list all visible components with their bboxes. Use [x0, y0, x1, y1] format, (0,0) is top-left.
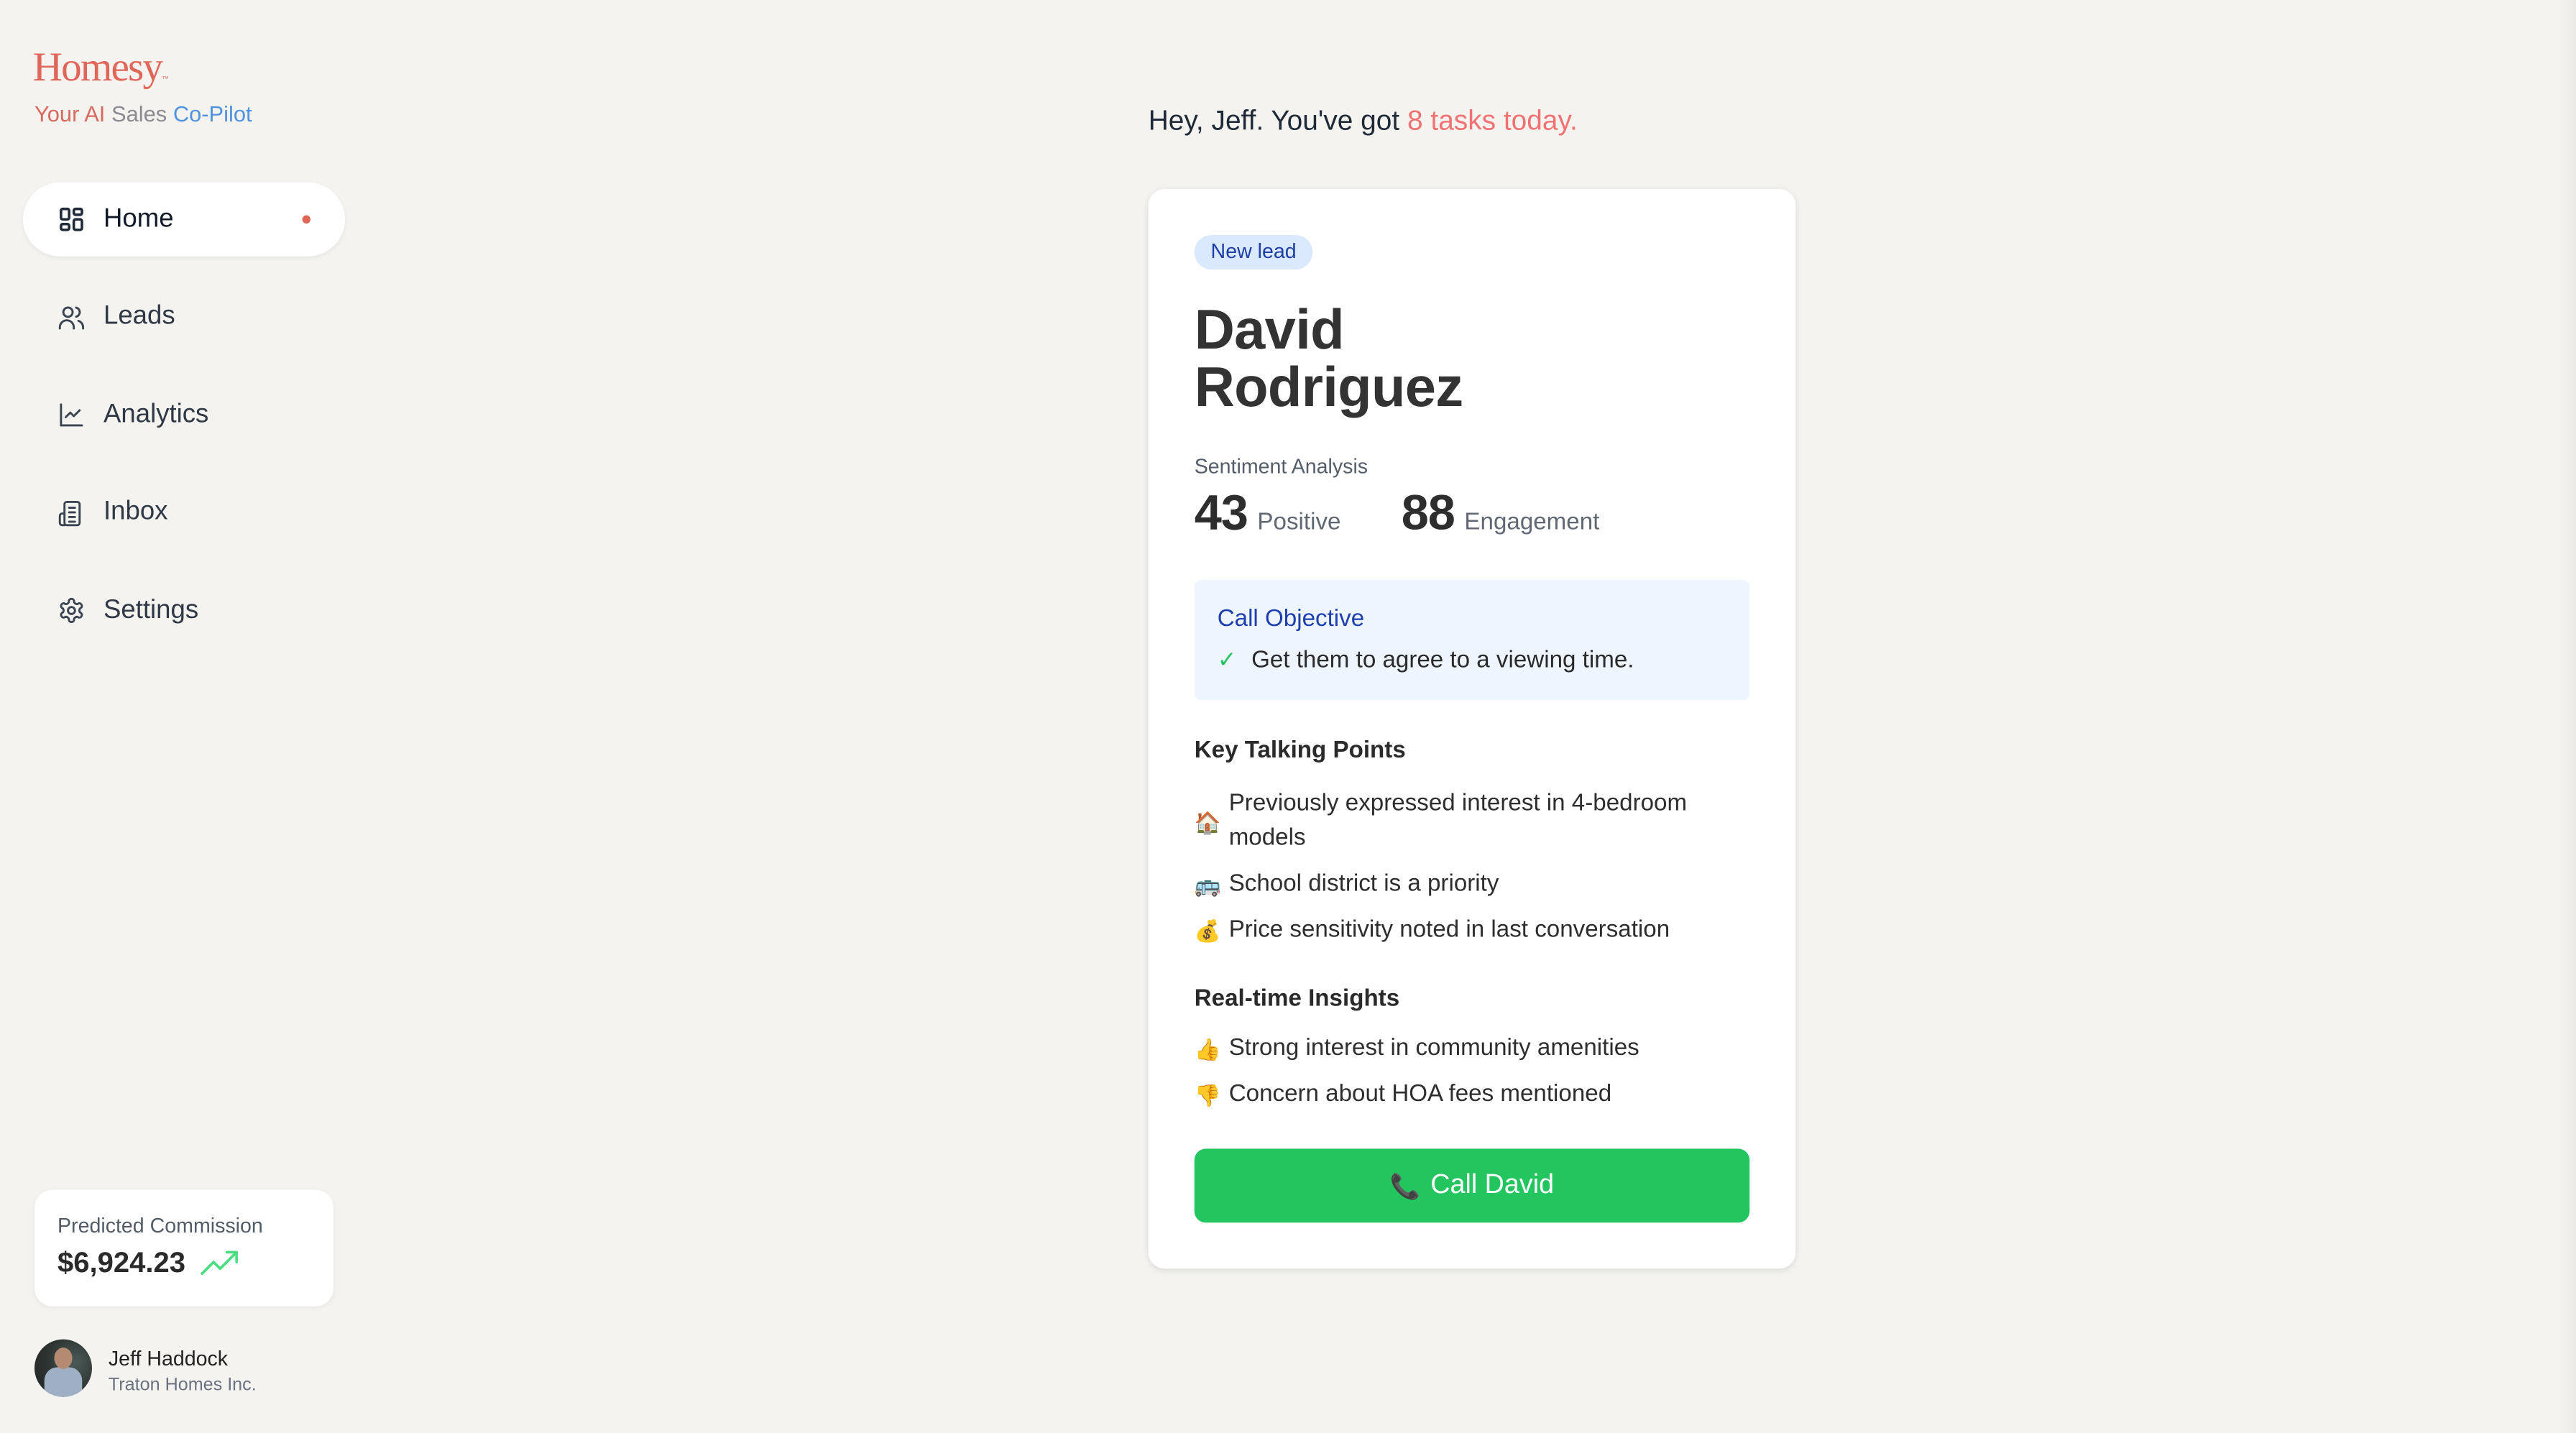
- list-item: 💰 Price sensitivity noted in last conver…: [1195, 913, 1720, 948]
- avatar[interactable]: [34, 1339, 92, 1397]
- inbox-icon: [58, 499, 81, 526]
- trending-up-icon: [201, 1250, 238, 1276]
- list-item-text: Concern about HOA fees mentioned: [1228, 1081, 1612, 1108]
- list-item-text: Price sensitivity noted in last conversa…: [1228, 916, 1670, 944]
- sidebar-item-inbox[interactable]: Inbox: [23, 476, 345, 550]
- insights-title: Real-time Insights: [1194, 986, 1400, 1013]
- logo[interactable]: Homesy™: [32, 46, 169, 92]
- user-name: Jeff Haddock: [108, 1347, 229, 1371]
- positive-value: 43: [1194, 486, 1248, 541]
- list-item: 👍 Strong interest in community amenities: [1195, 1032, 1720, 1066]
- engagement-metric: 88 Engagement: [1402, 487, 1600, 543]
- notification-dot: [302, 215, 310, 224]
- positive-label: Positive: [1257, 509, 1341, 536]
- trademark: ™: [162, 73, 168, 83]
- user-company: Traton Homes Inc.: [108, 1375, 257, 1396]
- sidebar: Homesy™ Your AI Sales Co-Pilot Home Lead…: [0, 0, 369, 1433]
- sidebar-nav: Home Leads Analytics Inbox Settings: [22, 182, 345, 671]
- call-objective-box: Call Objective ✓ Get them to agree to a v…: [1194, 580, 1750, 701]
- avatar-head: [54, 1347, 73, 1369]
- talking-points-list: 🏠 Previously expressed interest in 4-bed…: [1195, 787, 1720, 959]
- thumbs-up-icon: 👍: [1194, 1036, 1221, 1062]
- list-item-text: Strong interest in community amenities: [1228, 1035, 1639, 1062]
- phone-icon: 📞: [1389, 1172, 1421, 1201]
- house-icon: 🏠: [1194, 809, 1221, 834]
- sidebar-item-leads[interactable]: Leads: [23, 280, 345, 354]
- avatar-body: [44, 1367, 83, 1397]
- predicted-commission-card: Predicted Commission $6,924.23: [34, 1189, 334, 1307]
- talking-points-title: Key Talking Points: [1194, 737, 1406, 765]
- insights-list: 👍 Strong interest in community amenities…: [1195, 1032, 1720, 1124]
- app-window: Homesy™ Your AI Sales Co-Pilot Home Lead…: [0, 0, 2576, 1433]
- call-objective-title: Call Objective: [1217, 606, 1365, 633]
- gear-icon: [60, 597, 83, 624]
- tagline-part: Co-Pilot: [172, 101, 252, 127]
- call-button-label: Call David: [1430, 1170, 1555, 1200]
- list-item: 👎 Concern about HOA fees mentioned: [1195, 1078, 1720, 1112]
- status-badge: New lead: [1194, 234, 1313, 270]
- logo-text: Homesy: [32, 46, 163, 91]
- sidebar-item-label: Settings: [103, 595, 199, 624]
- task-count[interactable]: 8 tasks today.: [1407, 105, 1578, 136]
- check-icon: ✓: [1217, 645, 1237, 673]
- sidebar-item-label: Analytics: [103, 400, 209, 428]
- thumbs-down-icon: 👎: [1194, 1082, 1221, 1108]
- list-item: 🏠 Previously expressed interest in 4-bed…: [1195, 787, 1720, 856]
- lead-card: New lead David Rodriguez Sentiment Analy…: [1148, 188, 1796, 1269]
- line-chart-icon: [60, 403, 83, 427]
- sentiment-label: Sentiment Analysis: [1194, 455, 1368, 479]
- lead-last-name: Rodriguez: [1194, 356, 1463, 420]
- sidebar-item-home[interactable]: Home: [22, 182, 345, 257]
- greeting-text: Hey, Jeff. You've got: [1148, 105, 1407, 137]
- list-item-text: School district is a priority: [1228, 870, 1499, 898]
- sidebar-item-label: Inbox: [103, 497, 168, 526]
- commission-value: $6,924.23: [57, 1245, 185, 1279]
- lead-name: David Rodriguez: [1194, 299, 1463, 420]
- tagline-part: Your AI: [34, 101, 106, 127]
- list-item: 🚌 School district is a priority: [1195, 867, 1720, 902]
- sidebar-item-label: Home: [103, 204, 174, 233]
- commission-label: Predicted Commission: [57, 1214, 263, 1238]
- positive-metric: 43 Positive: [1195, 487, 1341, 543]
- greeting: Hey, Jeff. You've got 8 tasks today.: [1149, 105, 1578, 138]
- users-icon: [58, 305, 85, 329]
- tagline: Your AI Sales Co-Pilot: [34, 102, 252, 126]
- lead-first-name: David: [1194, 299, 1345, 362]
- engagement-value: 88: [1401, 486, 1455, 541]
- list-item-text: Previously expressed interest in 4-bedro…: [1228, 790, 1688, 852]
- tagline-part: Sales: [111, 101, 167, 127]
- call-objective-text: Get them to agree to a viewing time.: [1251, 647, 1634, 674]
- sidebar-item-label: Leads: [103, 302, 175, 331]
- money-bag-icon: 💰: [1194, 918, 1221, 944]
- sidebar-item-analytics[interactable]: Analytics: [23, 378, 345, 452]
- engagement-label: Engagement: [1464, 509, 1600, 536]
- grid-icon: [60, 207, 83, 231]
- call-button[interactable]: 📞 Call David: [1194, 1148, 1750, 1223]
- window-edge: [2559, 0, 2576, 1433]
- call-objective-item: ✓ Get them to agree to a viewing time.: [1218, 646, 1634, 674]
- bus-icon: 🚌: [1194, 872, 1221, 898]
- sidebar-item-settings[interactable]: Settings: [23, 573, 345, 648]
